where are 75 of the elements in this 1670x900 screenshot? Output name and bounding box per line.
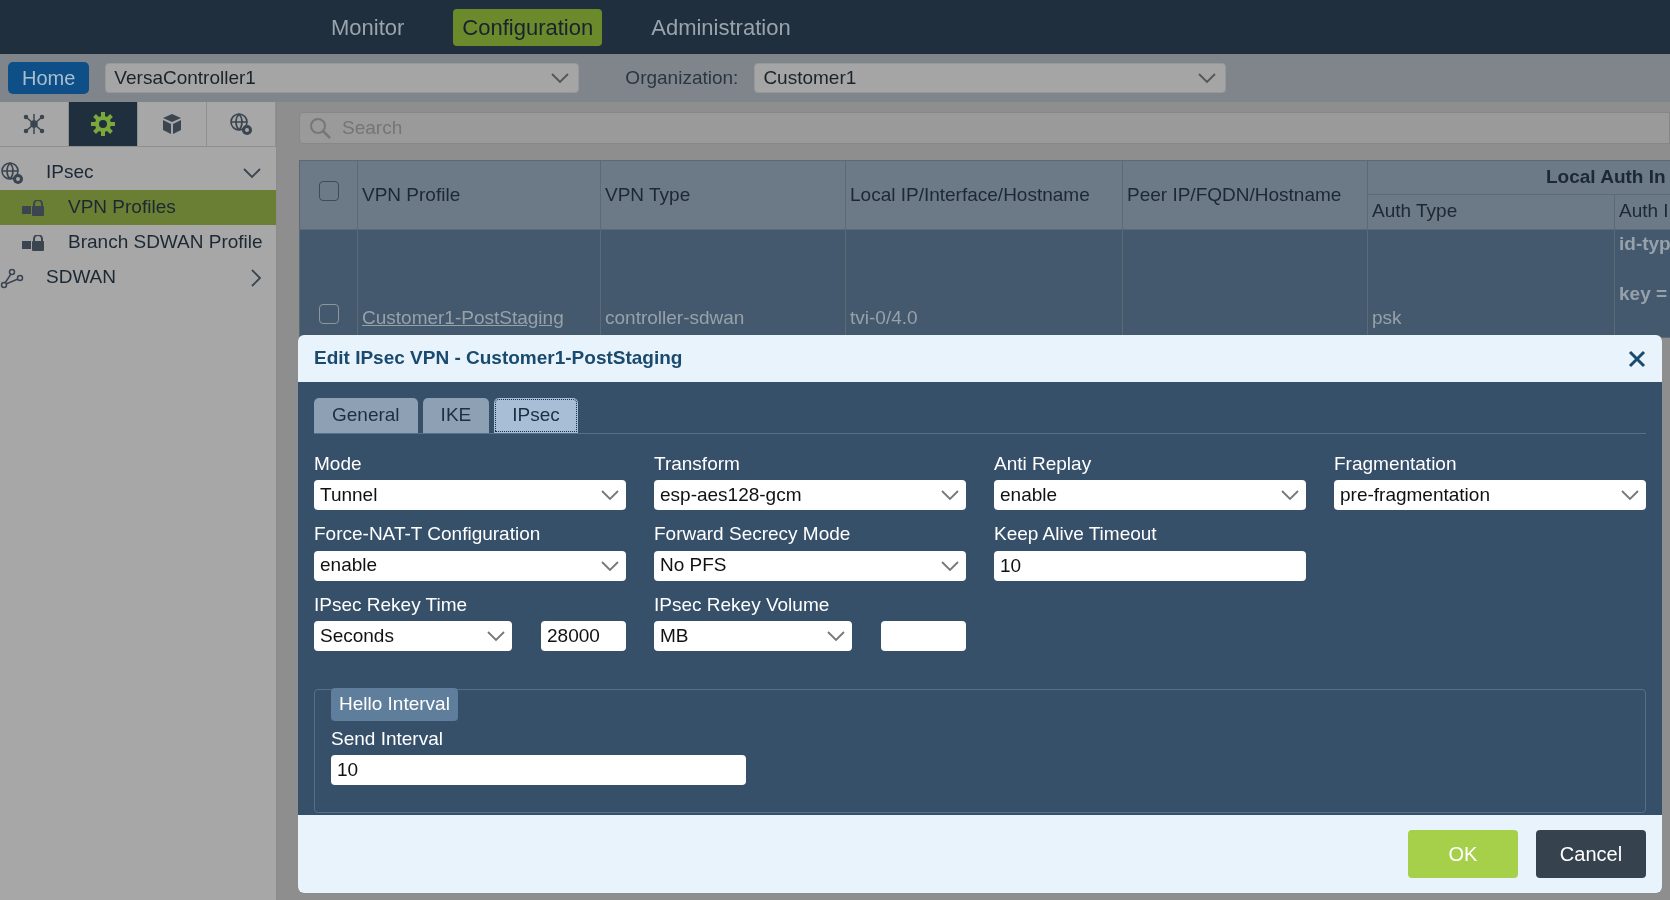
table-cell-text: key = bbox=[1619, 282, 1669, 306]
input-field[interactable]: 28000 bbox=[541, 621, 626, 651]
sidebar-item[interactable]: VPN Profiles bbox=[0, 190, 276, 225]
cube-icon bbox=[160, 112, 184, 136]
sidebar-item[interactable]: Branch SDWAN Profile bbox=[0, 225, 276, 260]
table-cell: tvi-0/4.0 bbox=[850, 307, 918, 328]
chevron-icon bbox=[486, 630, 506, 642]
dialog-tab[interactable]: IPsec bbox=[494, 398, 578, 433]
select-field[interactable]: MB bbox=[654, 621, 852, 651]
section-legend: Hello Interval bbox=[331, 688, 458, 721]
sidebar-group[interactable]: SDWAN bbox=[0, 260, 276, 295]
chevron-icon bbox=[600, 559, 620, 572]
lock-icon bbox=[22, 234, 44, 251]
select-field[interactable]: enable bbox=[994, 480, 1306, 510]
select-field[interactable]: Tunnel bbox=[314, 480, 626, 510]
field-label: IPsec Rekey Volume bbox=[654, 592, 831, 617]
select-all-checkbox[interactable] bbox=[318, 180, 339, 201]
settings-icon bbox=[91, 112, 115, 136]
chevron-icon bbox=[826, 630, 846, 642]
field-label: Mode bbox=[314, 451, 363, 476]
chevron-icon bbox=[1280, 489, 1300, 501]
table-cell-text: id-typ bbox=[1619, 231, 1670, 256]
organization-label: Organization: bbox=[625, 65, 739, 90]
nav-tab[interactable]: Configuration bbox=[453, 8, 603, 46]
nav-tab[interactable]: Monitor bbox=[322, 8, 414, 46]
select-field[interactable]: Seconds bbox=[314, 621, 512, 651]
chevron-icon bbox=[250, 267, 262, 288]
select-field[interactable]: enable bbox=[314, 550, 626, 581]
field-label: Transform bbox=[654, 451, 741, 476]
select-field[interactable]: No PFS bbox=[654, 550, 966, 581]
search-icon bbox=[308, 116, 332, 140]
column-header[interactable]: Auth Type bbox=[1367, 194, 1615, 229]
sidebar-group[interactable]: IPsec bbox=[0, 155, 276, 190]
dialog-tab[interactable]: General bbox=[314, 398, 418, 433]
input-field[interactable]: 10 bbox=[994, 550, 1306, 581]
field-label: IPsec Rekey Time bbox=[314, 592, 469, 617]
table-cell: controller-sdwan bbox=[605, 307, 745, 328]
column-group-header: Local Auth In bbox=[1367, 160, 1670, 194]
row-checkbox[interactable] bbox=[318, 304, 339, 324]
column-header[interactable]: Local IP/Interface/Hostname bbox=[845, 160, 1123, 229]
input-field[interactable] bbox=[881, 621, 966, 651]
cancel-button[interactable]: Cancel bbox=[1536, 830, 1646, 878]
column-header[interactable]: VPN Profile bbox=[357, 160, 601, 229]
appliance-select[interactable]: VersaController1 bbox=[105, 63, 580, 93]
select-field[interactable]: pre-fragmentation bbox=[1334, 480, 1646, 510]
chevron-icon bbox=[1620, 489, 1640, 501]
chevron-icon bbox=[1197, 72, 1218, 84]
chevron-icon bbox=[550, 72, 571, 84]
column-header[interactable]: Peer IP/FQDN/Hostname bbox=[1122, 160, 1368, 229]
field-label: Keep Alive Timeout bbox=[994, 522, 1158, 546]
column-header[interactable]: VPN Type bbox=[600, 160, 846, 229]
lock-icon bbox=[22, 199, 44, 216]
chevron-icon bbox=[940, 489, 960, 501]
table-cell: psk bbox=[1372, 307, 1402, 328]
organization-select[interactable]: Customer1 bbox=[754, 63, 1227, 93]
sidebar-tab[interactable] bbox=[69, 102, 138, 146]
chevron-icon bbox=[600, 489, 620, 501]
field-label: Anti Replay bbox=[994, 451, 1093, 476]
chevron-icon bbox=[242, 166, 262, 179]
field-label: Forward Secrecy Mode bbox=[654, 522, 852, 546]
chevron-icon bbox=[940, 559, 960, 572]
close-button[interactable] bbox=[1628, 349, 1646, 368]
home-button[interactable]: Home bbox=[8, 62, 90, 94]
network-icon bbox=[22, 112, 46, 136]
dialog-tab[interactable]: IKE bbox=[422, 398, 490, 433]
nav-tab[interactable]: Administration bbox=[642, 8, 800, 46]
field-label: Force-NAT-T Configuration bbox=[314, 522, 542, 546]
column-header[interactable]: Auth I bbox=[1614, 194, 1670, 229]
globe-icon bbox=[229, 112, 253, 136]
dialog-title: Edit IPsec VPN - Customer1-PostStaging bbox=[314, 346, 683, 371]
field-label: Fragmentation bbox=[1334, 451, 1458, 476]
field-label: Send Interval bbox=[331, 726, 444, 751]
select-field[interactable]: esp-aes128-gcm bbox=[654, 480, 966, 510]
close-icon bbox=[1628, 349, 1646, 368]
input-field[interactable]: 10 bbox=[331, 755, 746, 785]
